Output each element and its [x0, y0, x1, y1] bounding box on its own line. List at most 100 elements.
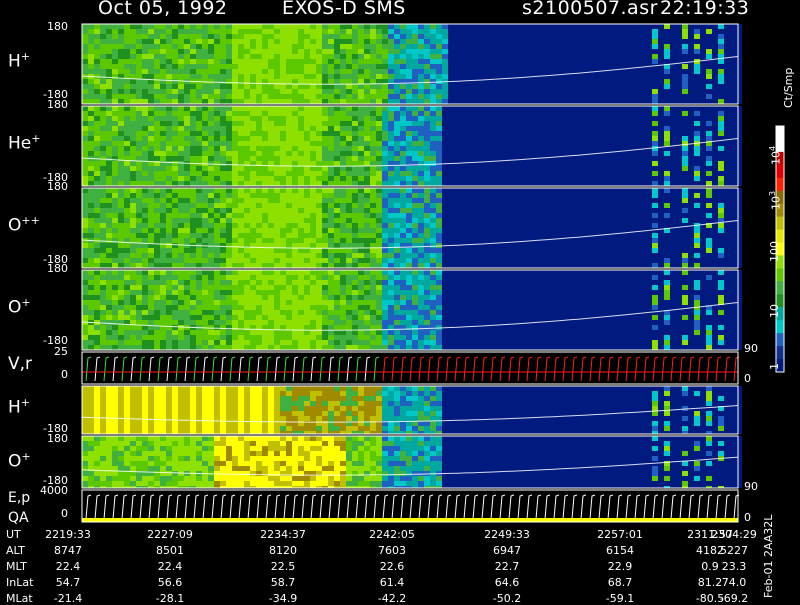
spectrogram-cell [460, 24, 466, 29]
spectrogram-cell [352, 49, 358, 54]
spectrogram-cell [124, 188, 130, 193]
spectrogram-cell [220, 54, 226, 59]
spectrogram-cell [304, 243, 310, 248]
spectrogram-cell [604, 84, 610, 89]
spectrogram-cell [724, 156, 730, 161]
spectrogram-cell [172, 248, 178, 253]
spectrogram-cell [424, 74, 430, 79]
spectrogram-cell [580, 223, 586, 228]
spectrogram-cell [388, 116, 394, 121]
spectrogram-cell [448, 203, 454, 208]
spectrogram-cell [484, 253, 490, 258]
spectrogram-cell [118, 59, 124, 64]
spectrogram-cell [520, 181, 526, 186]
spectrogram-cell [586, 49, 592, 54]
spectrogram-cell [262, 136, 268, 141]
spectrogram-cell [286, 258, 292, 263]
spectrogram-cell [370, 116, 376, 121]
spectrogram-cell [508, 106, 514, 111]
spectrogram-cell [514, 106, 520, 111]
spectrogram-cell [550, 188, 556, 193]
spectrogram-cell [562, 161, 568, 166]
spectrogram-cell [166, 126, 172, 131]
spectrogram-cell [508, 126, 514, 131]
spectrogram-cell [112, 29, 118, 34]
spectrogram-cell [688, 176, 694, 181]
spectrogram-cell [88, 84, 94, 89]
spectrogram-cell [322, 34, 328, 39]
spectrogram-cell [256, 131, 262, 136]
spectrogram-cell [94, 126, 100, 131]
spectrogram-cell [304, 131, 310, 136]
spectrogram-cell [670, 166, 676, 171]
spectrogram-cell [106, 263, 112, 268]
spectrogram-cell [424, 156, 430, 161]
spectrogram-cell [670, 111, 676, 116]
spectrogram-cell [718, 49, 724, 54]
spectrogram-cell [190, 151, 196, 156]
spectrogram-cell [448, 49, 454, 54]
spectrogram-cell [670, 64, 676, 69]
spectrogram-cell [226, 64, 232, 69]
spectrogram-cell [172, 223, 178, 228]
spectrogram-cell [670, 84, 676, 89]
spectrogram-cell [184, 151, 190, 156]
spectrogram-cell [568, 116, 574, 121]
spectrogram-cell [256, 29, 262, 34]
spectrogram-cell [250, 193, 256, 198]
spectrogram-cell [274, 136, 280, 141]
spectrogram-cell [328, 233, 334, 238]
spectrogram-cell [448, 59, 454, 64]
spectrogram-cell [136, 208, 142, 213]
spectrogram-cell [466, 136, 472, 141]
spectrogram-cell [730, 116, 736, 121]
spectrogram-cell [316, 176, 322, 181]
spectrogram-cell [184, 69, 190, 74]
spectrogram-cell [172, 111, 178, 116]
spectrogram-cell [544, 79, 550, 84]
spectrogram-cell [652, 94, 658, 99]
spectrogram-cell [142, 208, 148, 213]
spectrogram-cell [646, 171, 652, 176]
spectrogram-cell [190, 131, 196, 136]
spectrogram-cell [106, 126, 112, 131]
spectrogram-cell [406, 94, 412, 99]
spectrogram-cell [370, 151, 376, 156]
spectrogram-cell [208, 161, 214, 166]
spectrogram-cell [130, 29, 136, 34]
spectrogram-cell [262, 253, 268, 258]
spectrogram-cell [88, 54, 94, 59]
spectrogram-cell [238, 136, 244, 141]
spectrogram-cell [700, 69, 706, 74]
spectrogram-cell [142, 171, 148, 176]
spectrogram-cell [574, 126, 580, 131]
spectrogram-cell [700, 29, 706, 34]
spectrogram-cell [706, 39, 712, 44]
spectrogram-cell [298, 258, 304, 263]
spectrogram-cell [178, 111, 184, 116]
spectrogram-cell [148, 54, 154, 59]
spectrogram-cell [382, 49, 388, 54]
spectrogram-cell [430, 258, 436, 263]
spectrogram-cell [580, 228, 586, 233]
spectrogram-cell [574, 146, 580, 151]
spectrogram-cell [406, 136, 412, 141]
spectrogram-cell [586, 136, 592, 141]
spectrogram-cell [232, 238, 238, 243]
spectrogram-cell [616, 34, 622, 39]
spectrogram-cell [322, 146, 328, 151]
spectrogram-cell [304, 136, 310, 141]
spectrogram-cell [202, 263, 208, 268]
spectrogram-cell [184, 181, 190, 186]
spectrogram-cell [562, 79, 568, 84]
spectrogram-cell [490, 69, 496, 74]
spectrogram-cell [130, 131, 136, 136]
spectrogram-cell [418, 44, 424, 49]
spectrogram-cell [388, 208, 394, 213]
spectrogram-cell [664, 116, 670, 121]
spectrogram-cell [82, 59, 88, 64]
spectrogram-cell [700, 146, 706, 151]
spectrogram-cell [100, 49, 106, 54]
spectrogram-cell [124, 126, 130, 131]
spectrogram-cell [430, 54, 436, 59]
